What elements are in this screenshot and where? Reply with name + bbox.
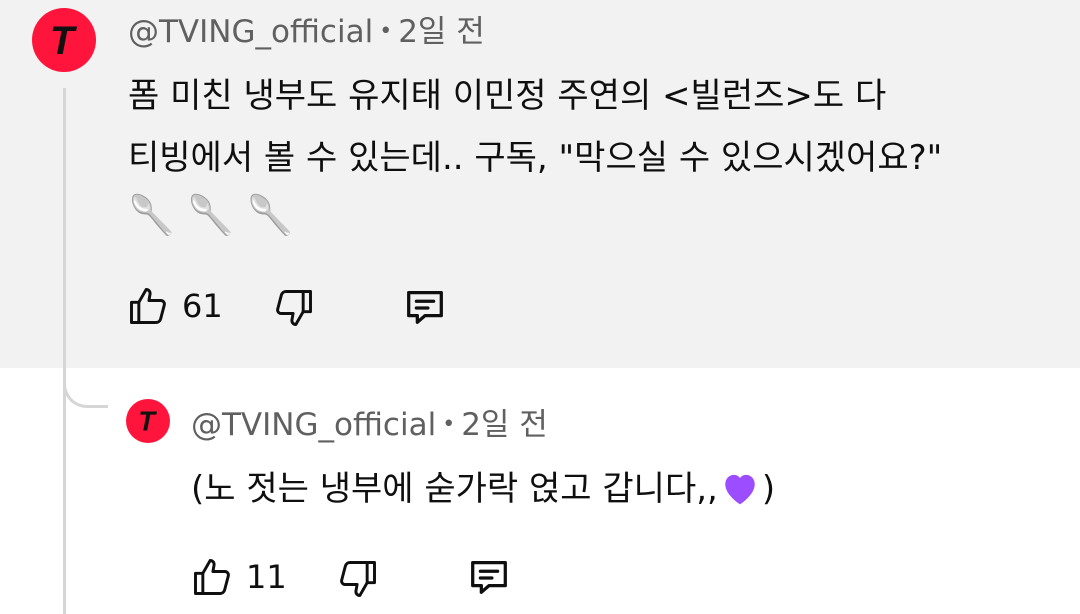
tving-logo-icon: T	[50, 19, 78, 63]
comment-icon	[407, 290, 443, 324]
svg-text:T: T	[138, 406, 157, 437]
reply-reply-button[interactable]	[466, 554, 512, 600]
thumbs-up-icon	[130, 288, 166, 324]
reply-dislike-button[interactable]	[336, 557, 380, 601]
purple-heart-emoji	[725, 474, 755, 505]
comment-text-line-1: 폼 미친 냉부도 유지태 이민정 주연의 <빌런즈>도 다	[128, 76, 887, 116]
reply-connector	[63, 365, 108, 408]
meta-separator: •	[442, 412, 456, 437]
reply-text: (노 젓는 냉부에 숟가락 얹고 갑니다,,)	[191, 470, 775, 506]
avatar[interactable]: T	[32, 8, 96, 72]
thumbs-up-icon	[194, 559, 230, 595]
reply-text-main: (노 젓는 냉부에 숟가락 얹고 갑니다,,	[191, 469, 718, 509]
spoon-emoji: 🥄	[187, 193, 235, 237]
reply-time: 2일 전	[461, 407, 548, 443]
like-button[interactable]: 61	[126, 284, 223, 328]
author-name[interactable]: @TVING_official	[128, 14, 373, 50]
reply-text-end: )	[761, 469, 776, 509]
meta-separator: •	[379, 19, 393, 44]
comment-text-line-2: 티빙에서 볼 수 있는데.. 구독, "막으실 수 있으시겠어요?"	[128, 138, 943, 178]
reply-like-count: 11	[246, 558, 287, 596]
svg-text:T: T	[50, 19, 78, 63]
reply-like-button[interactable]: 11	[190, 555, 287, 599]
reply-meta: @TVING_official • 2일 전	[191, 410, 548, 441]
spoon-emoji: 🥄	[128, 193, 176, 237]
spoon-emoji: 🥄	[246, 193, 294, 237]
thumbs-down-icon	[340, 561, 376, 597]
reply-avatar[interactable]: T	[126, 399, 170, 443]
comment-meta: @TVING_official • 2일 전	[128, 17, 485, 48]
like-count: 61	[182, 287, 223, 325]
reply-button[interactable]	[402, 284, 448, 330]
reply-author-name[interactable]: @TVING_official	[191, 407, 436, 443]
dislike-button[interactable]	[272, 286, 316, 330]
comment-time: 2일 전	[398, 14, 485, 50]
comment-icon	[471, 560, 507, 594]
emoji-row: 🥄 🥄 🥄	[128, 196, 294, 234]
thumbs-down-icon	[276, 290, 312, 326]
thread-line	[63, 88, 66, 614]
tving-logo-icon: T	[138, 406, 157, 437]
